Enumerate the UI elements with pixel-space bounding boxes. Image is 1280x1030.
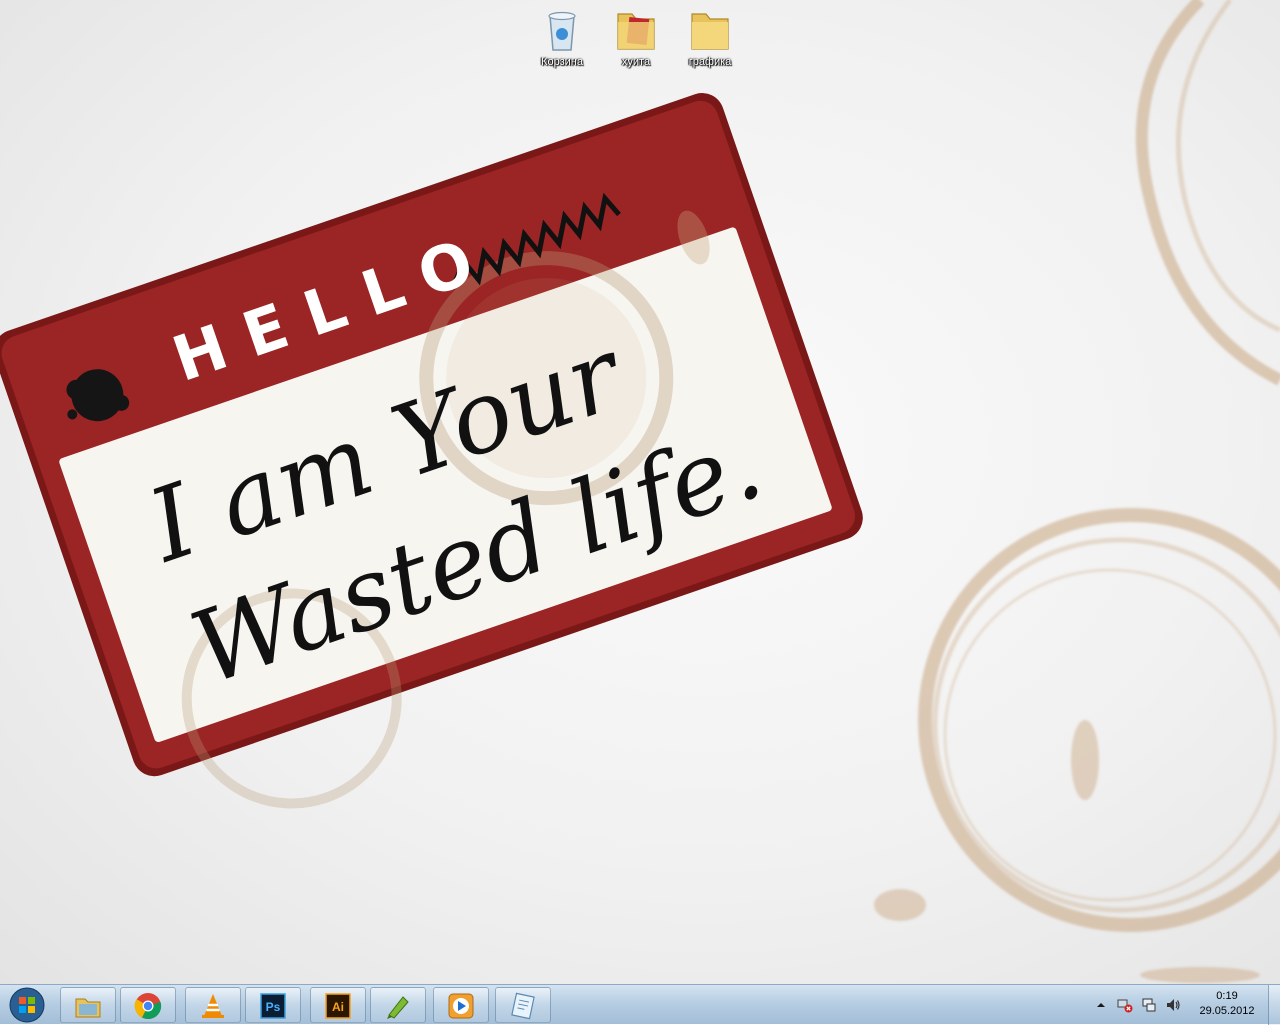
show-desktop-button[interactable] (1268, 985, 1280, 1025)
desktop-icon-label: хуита (621, 56, 651, 68)
network-error-icon[interactable] (1117, 997, 1133, 1013)
folder-icon (691, 13, 729, 50)
illustrator-icon: Ai (325, 993, 351, 1019)
taskbar-vlc-button[interactable] (185, 987, 241, 1023)
clock[interactable]: 0:19 29.05.2012 (1192, 989, 1262, 1019)
vlc-icon (202, 994, 224, 1018)
chrome-icon (134, 993, 162, 1020)
svg-text:Ps: Ps (266, 1000, 281, 1014)
coffee-stain-rings (918, 0, 1280, 932)
clock-time: 0:19 (1216, 990, 1238, 1002)
media-player-icon (448, 993, 474, 1019)
taskbar-explorer-button[interactable] (60, 987, 116, 1023)
notepad-icon (511, 992, 535, 1020)
svg-text:Ai: Ai (332, 1000, 344, 1014)
recycle-bin-icon (548, 11, 576, 51)
windows-start-icon (9, 987, 45, 1023)
desktop-icon-label: Корзина (541, 56, 583, 68)
photoshop-icon: Ps (260, 993, 286, 1019)
explorer-icon (75, 998, 101, 1018)
desktop[interactable]: HELLO I am Your Wasted life. Корзина хуи… (0, 0, 1280, 984)
pen-app-icon (387, 996, 409, 1019)
taskbar-pen-app-button[interactable] (370, 987, 426, 1023)
taskbar-notepad-button[interactable] (495, 987, 551, 1023)
taskbar-media-player-button[interactable] (433, 987, 489, 1023)
taskbar-photoshop-button[interactable]: Ps (245, 987, 301, 1023)
wallpaper: HELLO I am Your Wasted life. (0, 0, 1280, 983)
desktop-icon-recycle-bin[interactable]: Корзина (530, 6, 594, 69)
taskbar-illustrator-button[interactable]: Ai (310, 987, 366, 1023)
taskbar: Ps Ai 0:19 29.05.2012 (0, 984, 1280, 1025)
desktop-icon-folder-1[interactable]: хуита (604, 6, 668, 69)
action-center-icon[interactable] (1141, 997, 1157, 1013)
clock-date: 29.05.2012 (1199, 1005, 1255, 1017)
volume-icon[interactable] (1165, 997, 1181, 1013)
hello-badge: HELLO I am Your Wasted life. (0, 93, 863, 809)
desktop-icon-label: графика (688, 56, 732, 68)
desktop-icon-folder-2[interactable]: графика (678, 6, 742, 69)
chevron-up-icon[interactable] (1093, 997, 1109, 1013)
start-button[interactable] (4, 985, 50, 1025)
taskbar-chrome-button[interactable] (120, 987, 176, 1023)
folder-icon (617, 13, 655, 50)
